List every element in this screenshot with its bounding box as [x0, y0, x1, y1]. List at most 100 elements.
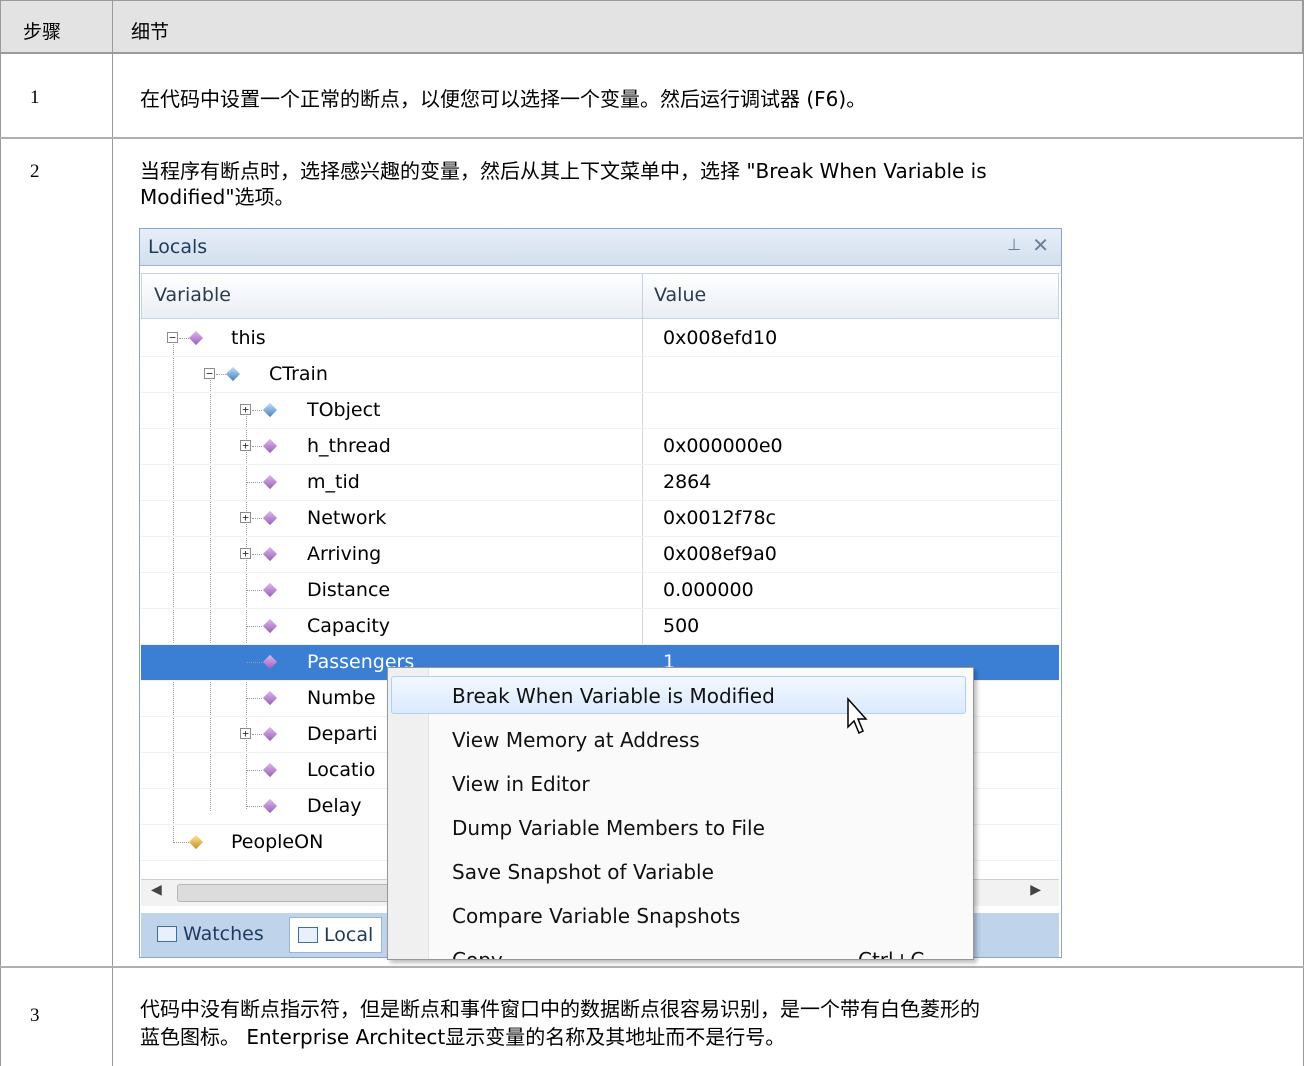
variable-row[interactable]: m_tid 2864: [141, 465, 1059, 501]
variable-row[interactable]: + h_thread 0x000000e0: [141, 429, 1059, 465]
variable-name: Capacity: [307, 615, 391, 637]
row-divider: [0, 137, 1304, 139]
variable-name: this: [231, 327, 266, 349]
column-variable[interactable]: Variable: [154, 284, 231, 306]
tree-line: [179, 338, 189, 339]
watches-icon: [157, 926, 177, 942]
step-number: 2: [30, 161, 40, 182]
variable-row[interactable]: + Arriving 0x008ef9a0: [141, 537, 1059, 573]
variable-value: 0x008ef9a0: [663, 543, 777, 565]
variable-name: Numbe: [307, 687, 376, 709]
column-divider: [112, 0, 113, 1066]
tree-line: [247, 590, 262, 591]
tree-line: [252, 734, 262, 735]
tab-watches[interactable]: Watches: [149, 917, 272, 951]
steps-table: 步骤 细节 1 在代码中设置一个正常的断点，以便您可以选择一个变量。然后运行调试…: [0, 0, 1305, 1066]
variable-row[interactable]: − this 0x008efd10: [141, 321, 1059, 357]
variable-value: 0.000000: [663, 579, 754, 601]
variable-name: Distance: [307, 579, 391, 601]
step-text-line1: 当程序有断点时，选择感兴趣的变量，然后从其上下文菜单中，选择 "Break Wh…: [140, 159, 987, 183]
tree-line: [252, 518, 262, 519]
variable-row[interactable]: Distance 0.000000: [141, 573, 1059, 609]
menu-item-label: Compare Variable Snapshots: [452, 904, 741, 928]
step-text: 在代码中设置一个正常的断点，以便您可以选择一个变量。然后运行调试器 (F6)。: [140, 87, 867, 111]
context-menu: Break When Variable is Modified View Mem…: [387, 667, 974, 960]
row-divider: [0, 966, 1304, 968]
variable-name: Arriving: [307, 543, 382, 565]
menu-item-label: View Memory at Address: [452, 728, 700, 752]
tab-locals-label: Local: [324, 924, 374, 946]
column-value[interactable]: Value: [654, 284, 706, 306]
variable-row[interactable]: − CTrain: [141, 357, 1059, 393]
menu-item-label: Save Snapshot of Variable: [452, 860, 714, 884]
header-detail: 细节: [131, 21, 170, 43]
expand-icon[interactable]: +: [240, 512, 251, 523]
variable-icon: [262, 798, 278, 814]
step-text-line2: 蓝色图标。 Enterprise Architect显示变量的名称及其地址而不是…: [140, 1025, 786, 1049]
menu-item-view-editor[interactable]: View in Editor: [388, 762, 973, 804]
locals-icon: [298, 927, 318, 943]
locals-titlebar: Locals ⊥ ✕: [140, 229, 1061, 266]
variable-name: PeopleON: [231, 831, 324, 853]
column-separator[interactable]: [642, 274, 643, 318]
tree-line: [247, 626, 262, 627]
variable-name: TObject: [307, 399, 381, 421]
variable-icon: [188, 330, 204, 346]
locals-title: Locals: [148, 236, 208, 258]
variable-value: 500: [663, 615, 700, 637]
variable-icon: [262, 438, 278, 454]
collapse-icon[interactable]: −: [204, 368, 215, 379]
tree-line: [174, 842, 189, 843]
menu-item-compare-snapshots[interactable]: Compare Variable Snapshots: [388, 894, 973, 936]
header-divider: [112, 0, 113, 54]
menu-item-view-memory[interactable]: View Memory at Address: [388, 718, 973, 760]
variable-name: Network: [307, 507, 387, 529]
variable-icon: [262, 726, 278, 742]
close-icon[interactable]: ✕: [1032, 233, 1049, 257]
tree-line: [247, 806, 262, 807]
tab-locals[interactable]: Local: [289, 917, 383, 953]
variable-icon: [262, 582, 278, 598]
tree-line: [247, 698, 262, 699]
variable-row[interactable]: Capacity 500: [141, 609, 1059, 645]
tree-line: [247, 770, 262, 771]
scroll-right-icon[interactable]: ▶: [1030, 882, 1041, 898]
variable-name: CTrain: [269, 363, 328, 385]
variable-row[interactable]: + Network 0x0012f78c: [141, 501, 1059, 537]
step-number: 3: [30, 1005, 40, 1026]
menu-item-label: Dump Variable Members to File: [452, 816, 765, 840]
column-header: Variable Value: [141, 273, 1059, 319]
pin-icon[interactable]: ⊥: [1007, 235, 1021, 254]
menu-item-label: Break When Variable is Modified: [452, 684, 775, 708]
variable-icon: [262, 762, 278, 778]
variable-name: Delay: [307, 795, 362, 817]
variable-value: 0x008efd10: [663, 327, 778, 349]
variable-value: 0x000000e0: [663, 435, 783, 457]
variable-icon: [262, 510, 278, 526]
menu-item-copy[interactable]: Copy Ctrl+C: [388, 938, 973, 960]
table-border-left: [0, 0, 1, 1066]
variable-icon: [262, 618, 278, 634]
variable-icon: [262, 546, 278, 562]
scroll-left-icon[interactable]: ◀: [151, 882, 162, 898]
variable-icon: [262, 690, 278, 706]
expand-icon[interactable]: +: [240, 728, 251, 739]
variable-row[interactable]: + TObject: [141, 393, 1059, 429]
menu-item-break-when-modified[interactable]: Break When Variable is Modified: [388, 674, 973, 716]
collapse-icon[interactable]: −: [167, 332, 178, 343]
menu-item-label: Copy: [452, 948, 503, 960]
step-number: 1: [30, 87, 40, 108]
expand-icon[interactable]: +: [240, 404, 251, 415]
mouse-cursor-icon: [847, 697, 868, 735]
menu-item-dump-members[interactable]: Dump Variable Members to File: [388, 806, 973, 848]
menu-item-save-snapshot[interactable]: Save Snapshot of Variable: [388, 850, 973, 892]
expand-icon[interactable]: +: [240, 548, 251, 559]
class-icon: [225, 366, 241, 382]
tree-line: [252, 410, 262, 411]
menu-item-shortcut: Ctrl+C: [858, 948, 925, 960]
variable-value: 0x0012f78c: [663, 507, 776, 529]
step-text-line1: 代码中没有断点指示符，但是断点和事件窗口中的数据断点很容易识别，是一个带有白色菱…: [140, 997, 980, 1021]
class-icon: [262, 402, 278, 418]
expand-icon[interactable]: +: [240, 440, 251, 451]
variable-icon: [262, 654, 278, 670]
